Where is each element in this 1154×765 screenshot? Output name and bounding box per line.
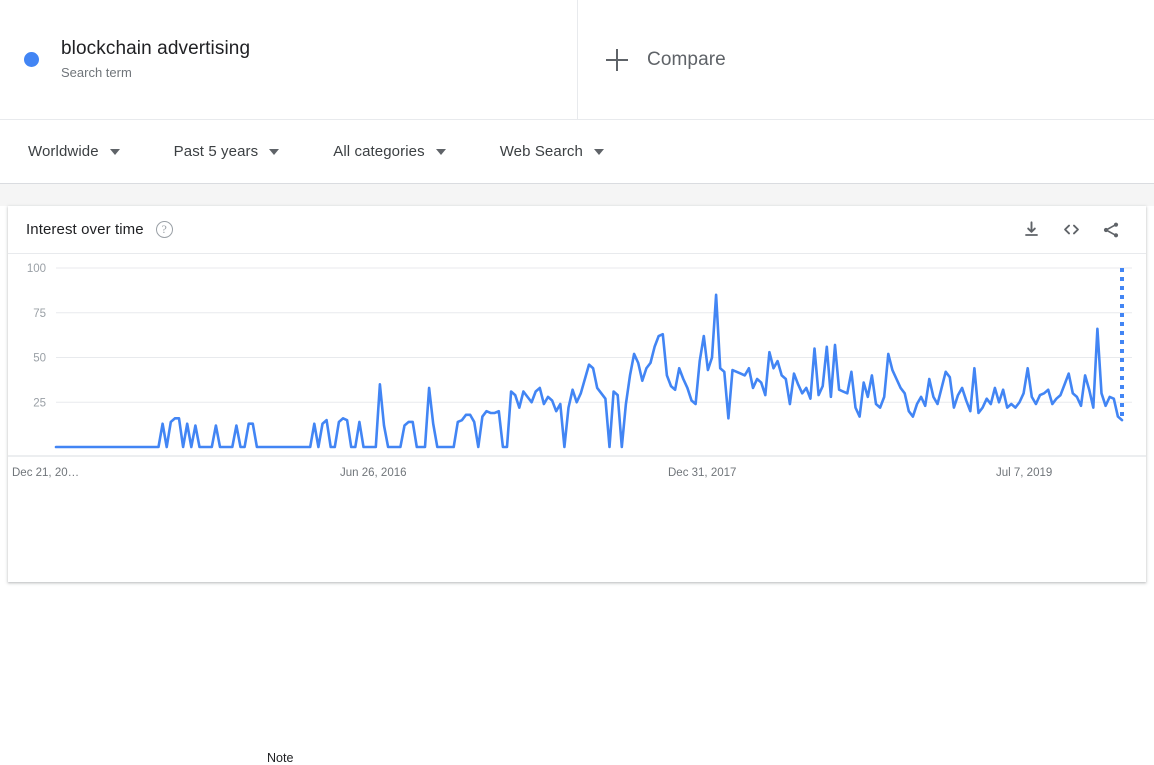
card-header: Interest over time ?	[8, 206, 1146, 254]
filter-time-range-label: Past 5 years	[173, 143, 259, 160]
chart-gridlines	[56, 267, 1132, 403]
svg-text:50: 50	[33, 353, 46, 365]
filters-bar: Worldwide Past 5 years All categories We…	[0, 120, 1154, 184]
svg-text:Jul 7, 2019: Jul 7, 2019	[996, 467, 1052, 479]
search-term-title: blockchain advertising	[61, 38, 251, 59]
search-term-type: Search term	[61, 65, 132, 80]
filter-search-type-label: Web Search	[499, 143, 583, 160]
chart-y-axis-labels: 25 50 75 100	[27, 263, 46, 409]
filter-category[interactable]: All categories	[333, 143, 446, 160]
interest-over-time-card: Interest over time ? 25 50 75 100 Dec 21…	[8, 206, 1146, 765]
search-term-texts: blockchain advertising Search term	[61, 37, 250, 82]
svg-text:Dec 31, 2017: Dec 31, 2017	[668, 467, 736, 479]
interest-over-time-chart[interactable]: 25 50 75 100 Dec 21, 20… Jun 26, 2016 Dec 31,…	[8, 254, 1146, 581]
chevron-down-icon	[593, 148, 604, 155]
svg-text:25: 25	[33, 397, 46, 409]
note-annotation: Note	[267, 751, 294, 765]
card-actions	[1008, 213, 1128, 247]
filter-location-label: Worldwide	[28, 143, 99, 160]
chevron-down-icon	[109, 148, 120, 155]
page-gutter	[0, 184, 1154, 206]
chevron-down-icon	[269, 148, 280, 155]
svg-text:Jun 26, 2016: Jun 26, 2016	[340, 467, 407, 479]
filter-time-range[interactable]: Past 5 years	[174, 143, 280, 160]
compare-label: Compare	[647, 48, 726, 70]
compare-button[interactable]: Compare	[578, 0, 1154, 119]
trend-line	[54, 293, 1124, 449]
help-icon[interactable]: ?	[155, 221, 173, 238]
search-term-card[interactable]: blockchain advertising Search term	[0, 0, 578, 119]
download-icon[interactable]	[1014, 213, 1048, 247]
chart-area: 25 50 75 100 Dec 21, 20… Jun 26, 2016 Dec 31,…	[8, 254, 1146, 765]
filter-location[interactable]: Worldwide	[28, 143, 120, 160]
chart-x-axis-labels: Dec 21, 20… Jun 26, 2016 Dec 31, 2017 Jul 7…	[12, 467, 1052, 479]
chevron-down-icon	[435, 148, 446, 155]
plus-icon	[606, 48, 628, 71]
embed-icon[interactable]	[1054, 213, 1088, 247]
svg-text:Dec 21, 20…: Dec 21, 20…	[12, 467, 79, 479]
filter-search-type[interactable]: Web Search	[500, 143, 604, 160]
card-title: Interest over time	[26, 221, 144, 238]
series-color-dot	[24, 52, 39, 67]
svg-text:75: 75	[33, 308, 46, 320]
svg-text:100: 100	[27, 263, 46, 275]
filter-category-label: All categories	[333, 143, 425, 160]
share-icon[interactable]	[1094, 213, 1128, 247]
search-term-bar: blockchain advertising Search term Compa…	[0, 0, 1154, 120]
